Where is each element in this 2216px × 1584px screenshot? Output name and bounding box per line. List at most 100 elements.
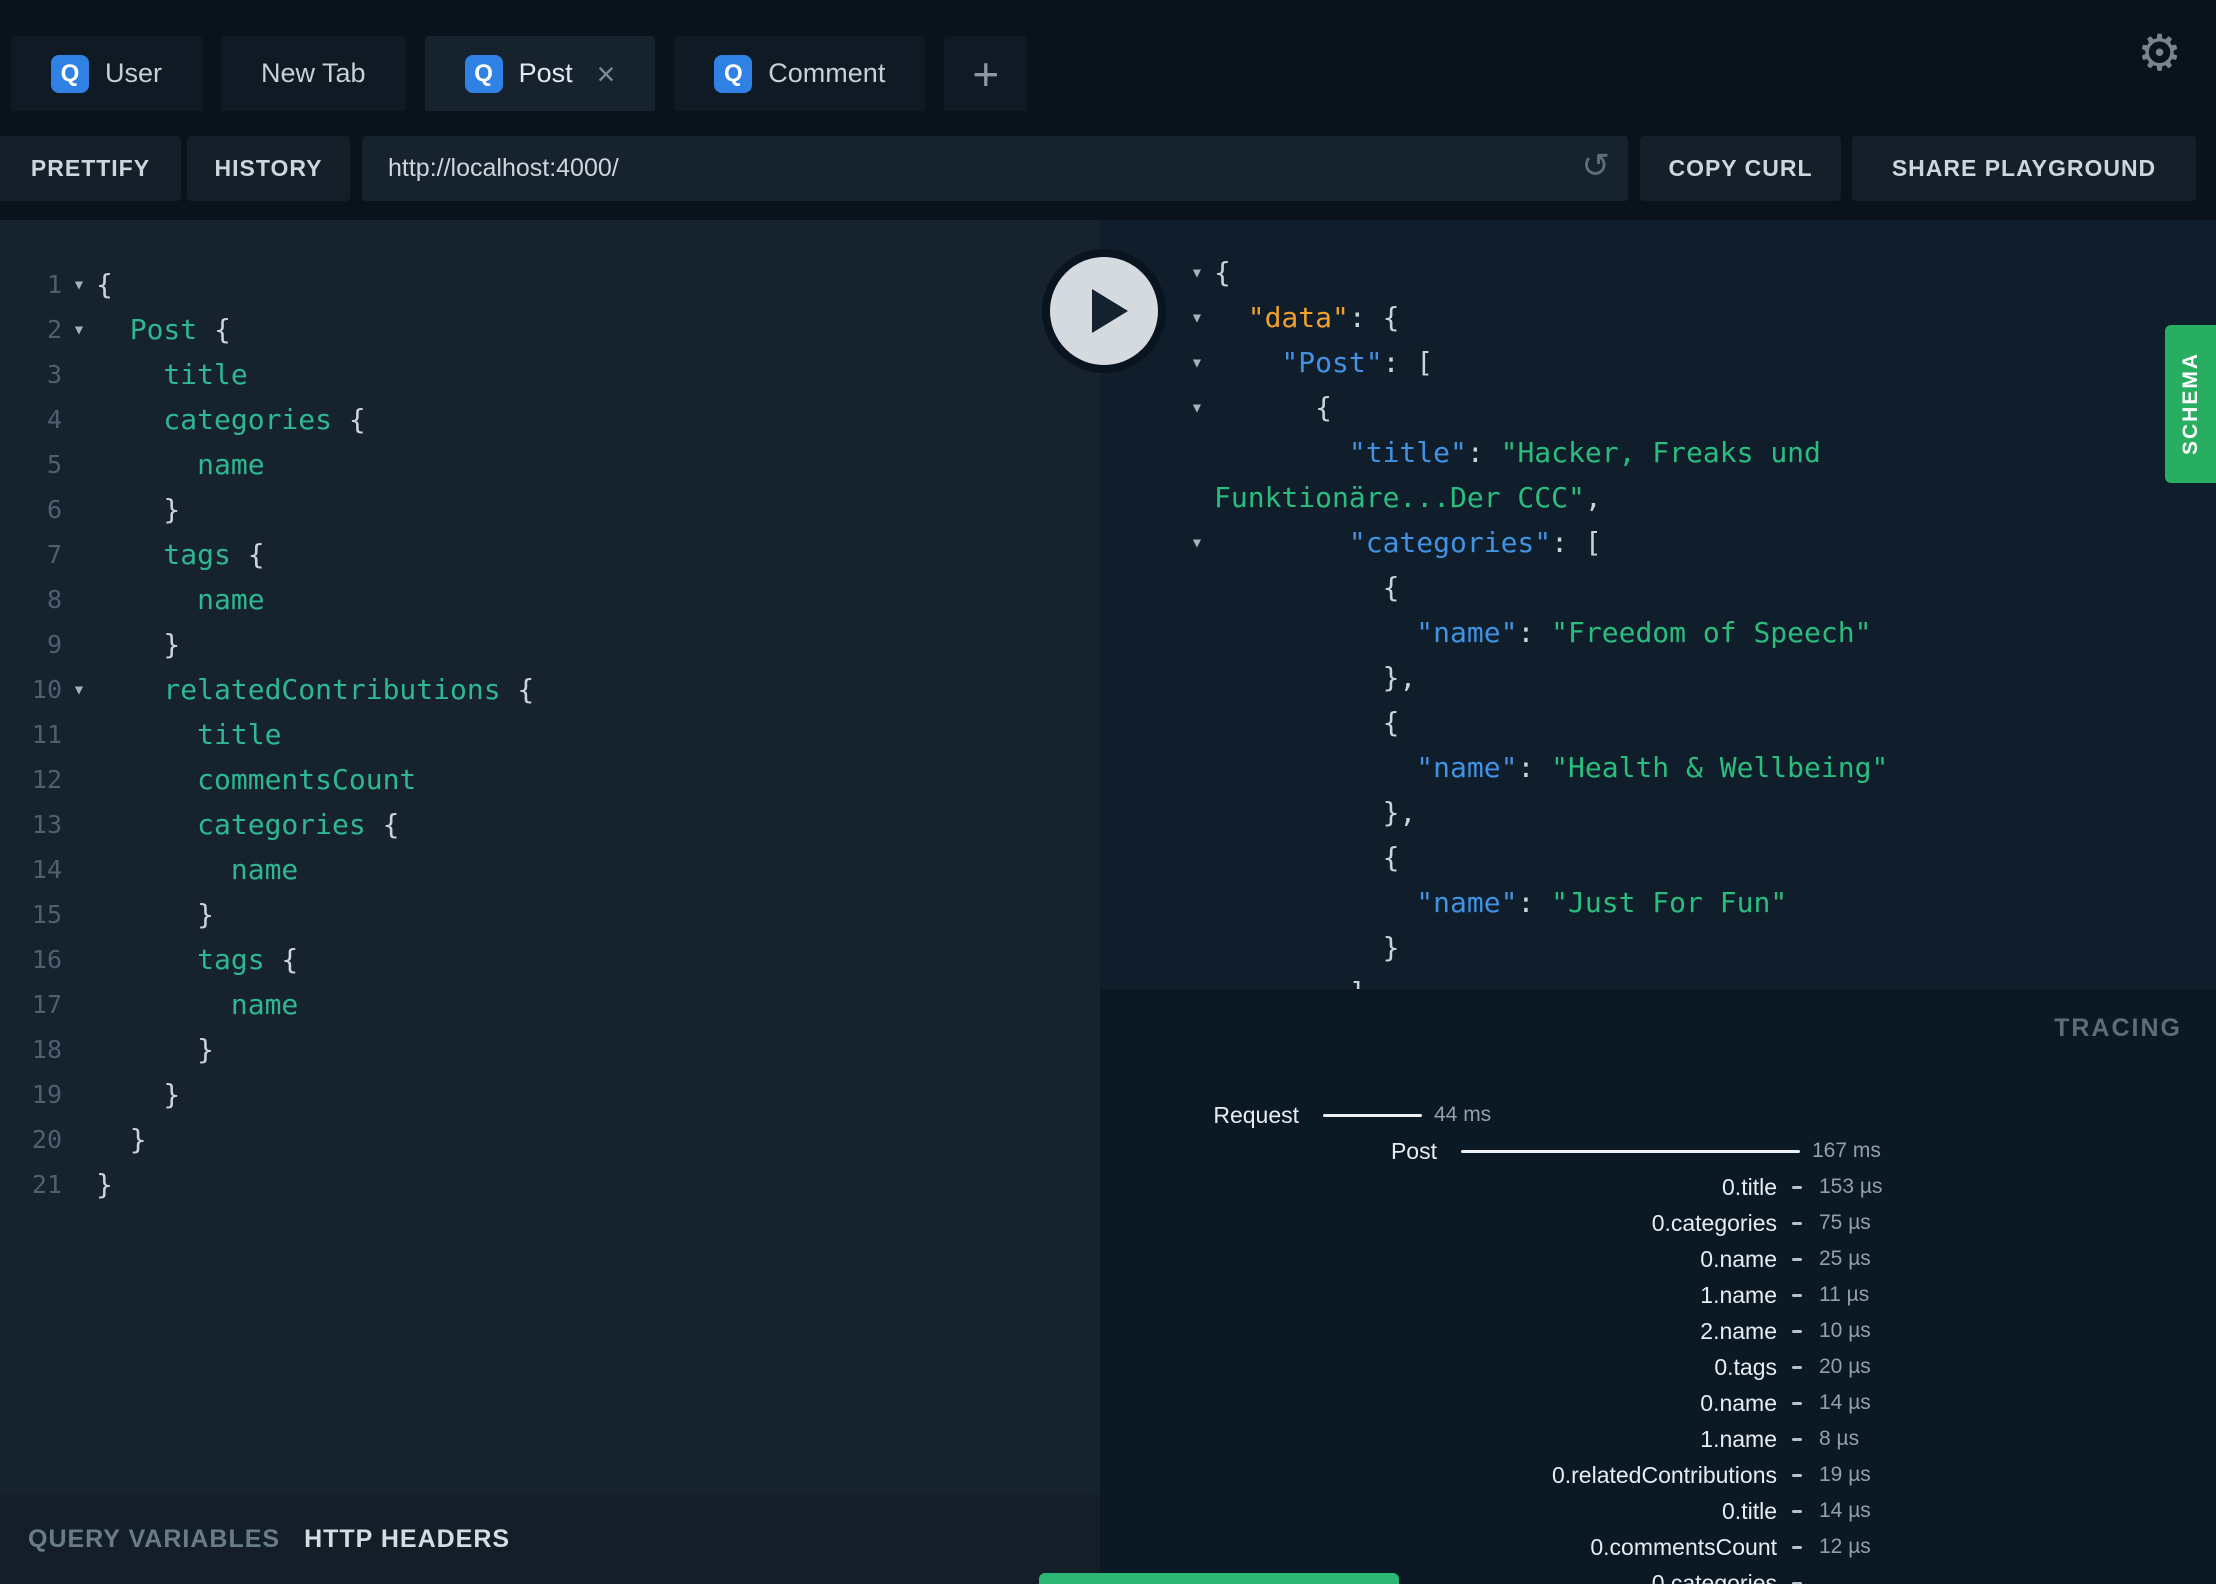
trace-label: 0.title [1722, 1173, 1777, 1200]
trace-row: 0.relatedContributions 19 µs [1100, 1457, 2216, 1493]
execute-query-button[interactable] [1042, 249, 1166, 373]
query-badge-icon: Q [51, 54, 89, 93]
line-number: 20 [31, 1125, 62, 1154]
history-button[interactable]: HISTORY [187, 136, 350, 201]
response-line: "name": "Just For Fun" [1180, 880, 2216, 925]
code-text: "Post": [ [1214, 346, 1434, 379]
response-line: ▾ "categories": [ [1180, 520, 2216, 565]
query-line: 20 } [0, 1117, 1100, 1162]
trace-label: 0.name [1700, 1245, 1777, 1272]
code-text: { [1214, 571, 1400, 604]
fold-gutter [62, 1117, 96, 1162]
trace-value: 20 µs [1819, 1355, 1871, 1378]
line-number: 4 [46, 405, 62, 434]
fold-gutter [1180, 925, 1214, 970]
endpoint-url-input[interactable] [362, 136, 1628, 201]
fold-gutter [62, 442, 96, 487]
fold-gutter [62, 892, 96, 937]
trace-row: 1.name 11 µs [1100, 1277, 2216, 1313]
trace-value: 25 µs [1819, 1247, 1871, 1270]
trace-label: 0.tags [1714, 1353, 1777, 1380]
reload-icon[interactable]: ↺ [1582, 149, 1611, 183]
code-text: "data": { [1214, 301, 1400, 334]
query-line: 10 ▾ relatedContributions { [0, 667, 1100, 712]
trace-value: 14 µs [1819, 1499, 1871, 1522]
line-number: 15 [31, 900, 62, 929]
line-number: 11 [31, 720, 62, 749]
response-line: { [1180, 835, 2216, 880]
code-text: { [96, 268, 113, 301]
code-text: name [96, 448, 265, 481]
trace-label: 0.relatedContributions [1551, 1461, 1777, 1488]
schema-tab-label: SCHEMA [2178, 352, 2202, 456]
line-number: 2 [46, 315, 62, 344]
query-line: 13 categories { [0, 802, 1100, 847]
query-variables-toggle[interactable]: QUERY VARIABLES [28, 1525, 280, 1554]
response-line: }, [1180, 655, 2216, 700]
query-line: 5 name [0, 442, 1100, 487]
fold-arrow-icon[interactable]: ▾ [62, 667, 96, 712]
fold-arrow-icon[interactable]: ▾ [1180, 385, 1214, 430]
share-playground-button[interactable]: SHARE PLAYGROUND [1852, 136, 2196, 201]
code-text: name [96, 853, 299, 886]
fold-arrow-icon[interactable]: ▾ [1180, 250, 1214, 295]
trace-duration-bar [1792, 1221, 1802, 1225]
fold-arrow-icon[interactable]: ▾ [62, 307, 96, 352]
fold-gutter [62, 757, 96, 802]
trace-duration-bar [1792, 1365, 1802, 1369]
fold-gutter [62, 1027, 96, 1072]
prettify-button[interactable]: PRETTIFY [0, 136, 181, 201]
copy-curl-button[interactable]: COPY CURL [1640, 136, 1841, 201]
code-text: commentsCount [96, 763, 417, 796]
trace-value: 167 ms [1812, 1139, 1881, 1162]
trace-value: 44 ms [1434, 1103, 1492, 1126]
fold-gutter [62, 802, 96, 847]
code-text: title [96, 358, 248, 391]
fold-gutter [62, 487, 96, 532]
fold-gutter [62, 1072, 96, 1117]
query-editor[interactable]: 1 ▾{2 ▾ Post {3 title 4 categories {5 name 6… [0, 262, 1100, 1207]
query-line: 17 name [0, 982, 1100, 1027]
code-text: tags { [96, 538, 265, 571]
code-text: } [96, 1078, 181, 1111]
fold-arrow-icon[interactable]: ▾ [1180, 520, 1214, 565]
trace-label: Request [1213, 1101, 1299, 1128]
new-tab-button[interactable]: + [944, 36, 1028, 111]
trace-row: 1.name 8 µs [1100, 1421, 2216, 1457]
tab-new-tab[interactable]: New Tab [221, 36, 406, 111]
trace-duration-bar [1792, 1437, 1802, 1441]
fold-gutter [1180, 835, 1214, 880]
trace-row: 0.title 153 µs [1100, 1169, 2216, 1205]
schema-tab[interactable]: SCHEMA [2165, 325, 2216, 483]
query-badge-icon: Q [714, 54, 753, 93]
fold-arrow-icon[interactable]: ▾ [1180, 295, 1214, 340]
trace-duration-bar [1792, 1473, 1802, 1477]
query-line: 15 } [0, 892, 1100, 937]
response-line: ▾ { [1180, 385, 2216, 430]
tab-label: Comment [768, 58, 886, 88]
settings-gear-icon[interactable]: ⚙ [2137, 28, 2182, 78]
trace-duration-bar [1792, 1185, 1802, 1189]
response-line: ] [1180, 970, 2216, 989]
close-tab-icon[interactable]: × [597, 58, 616, 90]
trace-value: 14 µs [1819, 1391, 1871, 1414]
tab-label: New Tab [261, 58, 366, 88]
tab-comment[interactable]: Q Comment [674, 36, 926, 111]
line-number: 12 [31, 765, 62, 794]
trace-value: 75 µs [1819, 1211, 1871, 1234]
fold-gutter [1180, 790, 1214, 835]
trace-duration-bar [1792, 1329, 1802, 1333]
fold-gutter [62, 532, 96, 577]
query-line: 7 tags { [0, 532, 1100, 577]
trace-duration-bar [1792, 1545, 1802, 1549]
fold-arrow-icon[interactable]: ▾ [62, 262, 96, 307]
code-text: "categories": [ [1214, 526, 1602, 559]
query-line: 14 name [0, 847, 1100, 892]
tab-user[interactable]: Q User [11, 36, 203, 111]
http-headers-toggle[interactable]: HTTP HEADERS [304, 1525, 510, 1554]
trace-label: 0.commentsCount [1590, 1533, 1777, 1560]
fold-arrow-icon[interactable]: ▾ [1180, 340, 1214, 385]
tab-post[interactable]: Q Post × [424, 36, 656, 111]
query-line: 16 tags { [0, 937, 1100, 982]
fold-gutter [62, 1162, 96, 1207]
